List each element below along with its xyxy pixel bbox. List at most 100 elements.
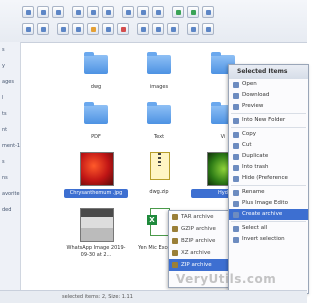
image-thumbnail [80,208,114,242]
menu-rename[interactable]: Rename [229,187,308,198]
folder-item[interactable]: images [127,45,191,91]
fullscreen-icon[interactable] [187,23,199,35]
image-thumbnail [80,152,114,186]
folder-icon [233,117,239,124]
context-menu: Selected Items Open Download Preview Int… [228,64,309,294]
sidebar-item[interactable]: s [0,154,20,170]
sort-icon[interactable] [202,23,214,35]
sidebar-item[interactable]: nt [0,122,20,138]
menu-download[interactable]: Download [229,90,308,101]
sidebar-item[interactable]: ts [0,106,20,122]
status-text: selected items: 2, Size: 1.11 [62,294,133,300]
menu-invert-selection[interactable]: Invert selection [229,234,308,245]
home-icon[interactable] [87,6,99,18]
folder-icon [84,102,108,124]
folder-icon [147,102,171,124]
menu-separator [231,113,306,114]
archive-icon [233,211,239,218]
gzip-archive-item[interactable]: GZIP archive [169,223,229,235]
menu-separator [231,221,306,222]
rename-icon[interactable] [87,23,99,35]
sidebar-item[interactable]: avorite [0,186,20,202]
link-icon[interactable] [57,23,69,35]
help-icon[interactable] [167,23,179,35]
hide-icon [233,175,239,182]
file-name: images [149,84,169,90]
cut-icon [233,142,239,149]
download-icon[interactable] [187,6,199,18]
delete-icon[interactable] [117,23,129,35]
menu-duplicate[interactable]: Duplicate [229,151,308,162]
menu-copy[interactable]: Copy [229,129,308,140]
file-name: WhatsApp Image 2019-09-30 at 2... [66,245,126,258]
menu-select-all[interactable]: Select all [229,223,308,234]
file-name: PDF [91,134,101,140]
excel-file-icon [147,208,170,236]
menu-cut[interactable]: Cut [229,140,308,151]
menu-separator [231,185,306,186]
rename-icon [233,189,239,196]
upload-icon[interactable] [172,6,184,18]
sidebar: s y ages l ts nt ment-1.docx s ns avorit… [0,42,21,290]
menu-create-archive[interactable]: Create archive [229,209,308,220]
folder-icon [84,52,108,74]
grid-view-icon[interactable] [22,23,34,35]
new-folder-icon[interactable] [102,6,114,18]
folder-item[interactable]: PDF [64,95,128,141]
file-name: dwg.zip [149,189,169,195]
settings-icon[interactable] [152,23,164,35]
bzip-archive-item[interactable]: BZIP archive [169,235,229,247]
image-file-selected[interactable]: Chrysanthemum .jpg [64,150,128,198]
image-editor-icon [233,200,239,207]
zip-file[interactable]: dwg.zip [127,150,191,196]
folder-item[interactable]: Text [127,95,191,141]
folder-icon [147,52,171,74]
toolbar-row-1 [22,6,214,18]
sidebar-item[interactable]: ded [0,202,20,218]
cut-icon[interactable] [137,6,149,18]
invert-selection-icon [233,236,239,243]
file-name: Text [153,134,165,140]
file-name: dwg [90,84,102,90]
sidebar-item[interactable]: ns [0,170,20,186]
paste-icon[interactable] [152,6,164,18]
sidebar-item[interactable]: ages [0,74,20,90]
archive-submenu: TAR archive GZIP archive BZIP archive XZ… [168,210,230,288]
sidebar-item[interactable]: s [0,42,20,58]
menu-hide[interactable]: Hide (Preference [229,173,308,184]
archive-icon[interactable] [202,6,214,18]
image-file[interactable]: WhatsApp Image 2019-09-30 at 2... [64,206,128,259]
copy-icon[interactable] [122,6,134,18]
open-icon [233,81,239,88]
menu-into-trash[interactable]: Into trash [229,162,308,173]
duplicate-icon [233,153,239,160]
menu-open[interactable]: Open [229,79,308,90]
menu-image-editor[interactable]: Plus Image Edito [229,198,308,209]
select-all-icon [233,225,239,232]
eye-icon [233,103,239,110]
menu-preview[interactable]: Preview [229,101,308,112]
sidebar-item[interactable]: y [0,58,20,74]
back-icon[interactable] [22,6,34,18]
forward-icon[interactable] [37,6,49,18]
menu-into-new-folder[interactable]: Into New Folder [229,115,308,126]
edit-icon[interactable] [102,23,114,35]
search-icon[interactable] [137,23,149,35]
menu-separator [231,127,306,128]
info-icon[interactable] [72,23,84,35]
list-view-icon[interactable] [37,23,49,35]
download-icon [233,92,239,99]
zip-file-icon [150,152,170,180]
sidebar-item[interactable]: l [0,90,20,106]
folder-item[interactable]: dwg [64,45,128,91]
copy-icon [233,131,239,138]
sidebar-item[interactable]: ment-1.docx [0,138,20,154]
tar-archive-item[interactable]: TAR archive [169,211,229,223]
status-bar: selected items: 2, Size: 1.11 [0,290,307,303]
xz-archive-item[interactable]: XZ archive [169,247,229,259]
up-icon[interactable] [52,6,64,18]
reload-icon[interactable] [72,6,84,18]
toolbar [0,0,307,43]
zip-archive-item[interactable]: ZIP archive [169,259,229,271]
toolbar-row-2 [22,23,214,35]
